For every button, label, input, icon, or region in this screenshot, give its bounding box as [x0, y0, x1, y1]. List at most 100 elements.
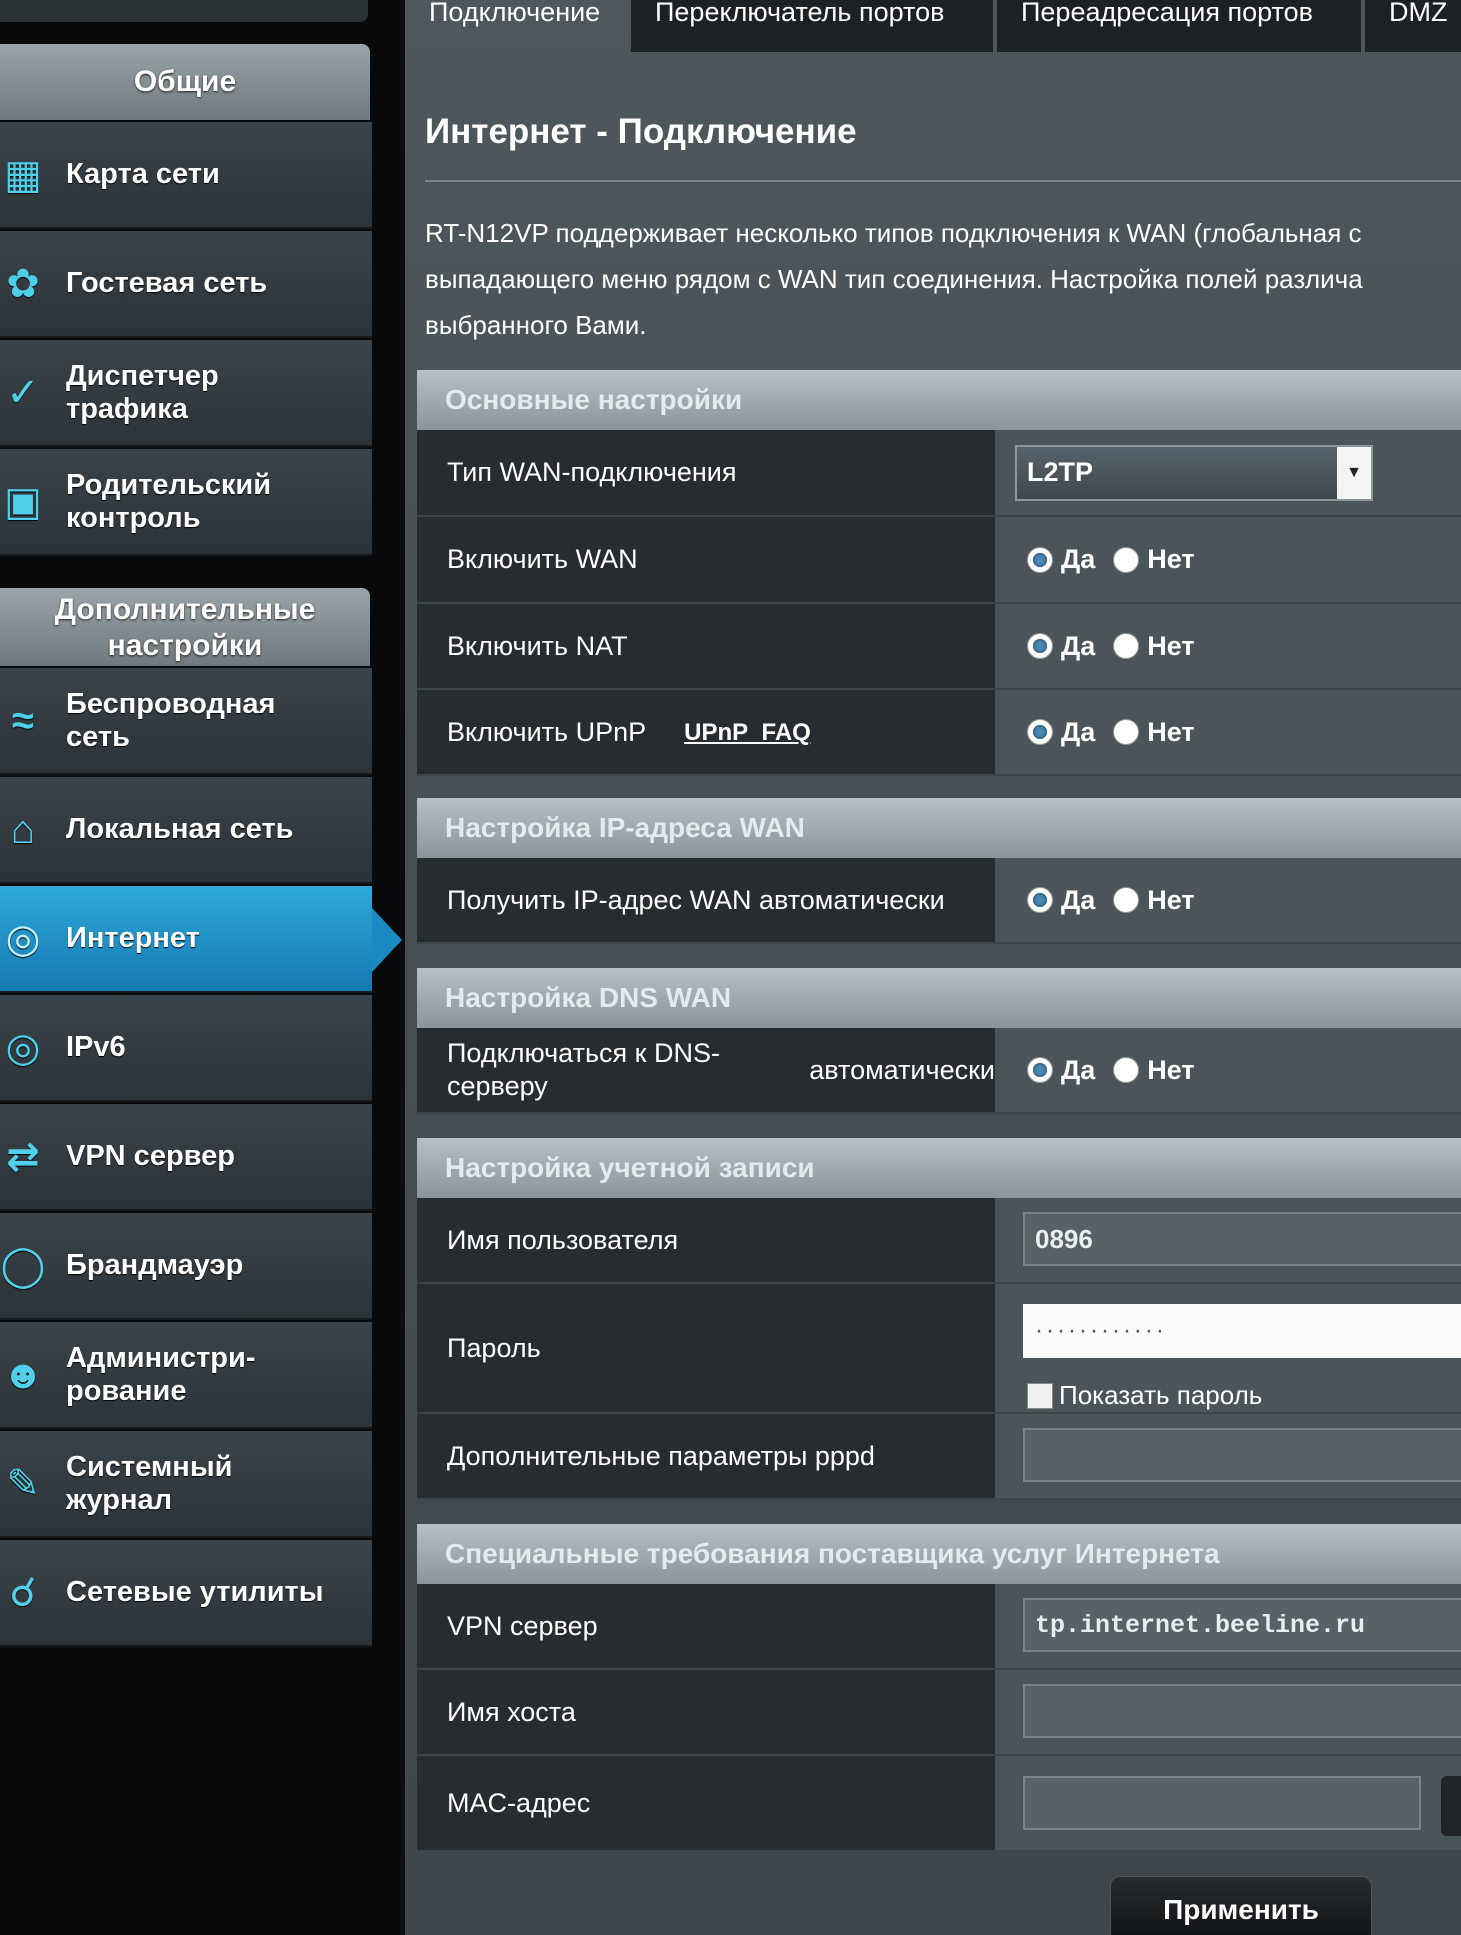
hostname-input[interactable] — [1023, 1684, 1461, 1738]
sidebar-item-ipv6[interactable]: ◎ IPv6 — [0, 995, 372, 1102]
enable-upnp-cell: Да Нет — [995, 690, 1461, 774]
sidebar-item-label: IPv6 — [66, 1031, 126, 1063]
enable-upnp-yes-radio[interactable] — [1027, 719, 1053, 745]
enable-nat-radio-group: Да Нет — [1027, 631, 1213, 662]
main-content: Подключение Переключатель портов Переадр… — [405, 0, 1461, 1935]
auto-dns-radio-group: Да Нет — [1027, 1055, 1213, 1086]
sidebar-item-wireless[interactable]: ≈ Беспроводная сеть — [0, 668, 372, 775]
enable-wan-yes-radio[interactable] — [1027, 546, 1053, 573]
sidebar-item-label-line1: Диспетчер — [66, 359, 219, 392]
enable-nat-label: Включить NAT — [417, 604, 995, 688]
sidebar-item-label: Сетевые утилиты — [66, 1576, 324, 1608]
vpn-server-input[interactable]: tp.internet.beeline.ru — [1023, 1598, 1461, 1652]
no-label: Нет — [1147, 630, 1195, 661]
username-label: Имя пользователя — [417, 1198, 995, 1282]
no-label: Нет — [1147, 544, 1195, 574]
password-input[interactable]: ············ — [1023, 1304, 1461, 1358]
description-line2: выпадающего меню рядом с WAN тип соедине… — [425, 264, 1363, 294]
enable-nat-cell: Да Нет — [995, 604, 1461, 688]
sidebar-item-system-log[interactable]: ✎ Системный журнал — [0, 1431, 372, 1538]
chevron-down-icon[interactable]: ▼ — [1337, 446, 1371, 499]
sidebar-item-vpn-server[interactable]: ⇄ VPN сервер — [0, 1104, 372, 1211]
enable-wan-label: Включить WAN — [417, 517, 995, 602]
sidebar-item-lan[interactable]: ⌂ Локальная сеть — [0, 777, 372, 884]
enable-wan-no-radio[interactable] — [1113, 546, 1140, 573]
auto-ip-no-radio[interactable] — [1113, 887, 1140, 913]
sidebar-item-network-map[interactable]: ▦ Карта сети — [0, 122, 372, 229]
section-wan-ip: Настройка IP-адреса WAN — [417, 798, 1461, 858]
yes-label: Да — [1061, 1054, 1096, 1085]
enable-nat-no-radio[interactable] — [1113, 633, 1140, 659]
sidebar-item-label: VPN сервер — [66, 1140, 235, 1172]
enable-upnp-label-cell: Включить UPnP UPnP_FAQ — [417, 690, 995, 774]
sidebar-item-network-tools[interactable]: ☌ Сетевые утилиты — [0, 1540, 372, 1647]
row-auto-dns: Подключаться к DNS-серверу автоматически… — [417, 1028, 1461, 1114]
show-password-checkbox[interactable] — [1027, 1382, 1053, 1409]
sidebar-item-firewall[interactable]: ◯ Брандмауэр — [0, 1213, 372, 1320]
sidebar-item-label-line2: сеть — [66, 720, 130, 753]
pppd-cell — [995, 1414, 1461, 1498]
enable-upnp-no-radio[interactable] — [1113, 719, 1140, 745]
sidebar-item-administration[interactable]: ☻ Администри- рование — [0, 1322, 372, 1429]
sidebar-item-label: Локальная сеть — [66, 813, 294, 845]
enable-nat-yes-radio[interactable] — [1027, 633, 1053, 659]
section-wan-dns: Настройка DNS WAN — [417, 968, 1461, 1028]
no-label: Нет — [1147, 716, 1195, 747]
sidebar-top-bar — [0, 0, 368, 22]
mac-cell — [995, 1756, 1461, 1850]
row-username: Имя пользователя 0896 — [417, 1198, 1461, 1284]
tab-port-switch[interactable]: Переключатель портов — [631, 0, 993, 52]
row-vpn-server: VPN сервер tp.internet.beeline.ru — [417, 1584, 1461, 1670]
sidebar-section-general: Общие — [0, 44, 370, 120]
row-password: Пароль ············ Показать пароль — [417, 1284, 1461, 1414]
enable-wan-radio-group: Да Нет — [1027, 544, 1213, 575]
sidebar-item-label-line2: контроль — [66, 501, 201, 534]
wan-type-value: L2TP — [1027, 457, 1094, 487]
wan-type-select[interactable]: L2TP ▼ — [1015, 444, 1373, 501]
shield-icon: ◯ — [0, 1243, 46, 1288]
sidebar-item-internet[interactable]: ◎ Интернет — [0, 886, 402, 993]
row-enable-wan: Включить WAN Да Нет — [417, 517, 1461, 604]
upnp-faq-link[interactable]: UPnP_FAQ — [684, 716, 811, 749]
yes-label: Да — [1061, 544, 1096, 574]
sidebar-item-label-line1: Системный — [66, 1450, 233, 1483]
row-enable-nat: Включить NAT Да Нет — [417, 604, 1461, 690]
apply-button[interactable]: Применить — [1110, 1876, 1372, 1935]
no-label: Нет — [1147, 884, 1195, 915]
vpn-arrows-icon: ⇄ — [6, 1134, 40, 1179]
pppd-label: Дополнительные параметры pppd — [417, 1414, 995, 1498]
mac-input[interactable] — [1023, 1776, 1421, 1830]
sidebar-item-guest-network[interactable]: ✿ Гостевая сеть — [0, 231, 372, 338]
wifi-icon: ≈ — [12, 698, 34, 743]
yes-label: Да — [1061, 716, 1096, 747]
sidebar-item-label-line2: рование — [66, 1374, 187, 1407]
hostname-label: Имя хоста — [417, 1670, 995, 1754]
page-description: RT-N12VP поддерживает несколько типов по… — [425, 210, 1461, 348]
auto-dns-yes-radio[interactable] — [1027, 1057, 1053, 1083]
pppd-input[interactable] — [1023, 1428, 1461, 1482]
auto-ip-cell: Да Нет — [995, 858, 1461, 942]
auto-ip-yes-radio[interactable] — [1027, 887, 1053, 913]
sidebar-item-parental-control[interactable]: ▣ Родительский контроль — [0, 449, 372, 556]
tab-connection[interactable]: Подключение — [405, 0, 627, 52]
home-icon: ⌂ — [10, 807, 36, 852]
yes-label: Да — [1061, 884, 1096, 915]
sidebar-item-traffic-manager[interactable]: ✓ Диспетчер трафика — [0, 340, 372, 447]
row-auto-ip: Получить IP-адрес WAN автоматически Да Н… — [417, 858, 1461, 944]
auto-dns-no-radio[interactable] — [1113, 1057, 1140, 1083]
row-pppd: Дополнительные параметры pppd — [417, 1414, 1461, 1500]
sidebar-item-label: Гостевая сеть — [66, 267, 268, 299]
tab-port-forwarding[interactable]: Переадресация портов — [997, 0, 1361, 52]
no-label: Нет — [1147, 1054, 1195, 1085]
row-wan-type: Тип WAN-подключения L2TP ▼ — [417, 430, 1461, 517]
auto-ip-label: Получить IP-адрес WAN автоматически — [417, 858, 995, 942]
tab-dmz[interactable]: DMZ — [1365, 0, 1461, 52]
username-input[interactable]: 0896 — [1023, 1212, 1461, 1266]
enable-upnp-label: Включить UPnP — [447, 716, 647, 747]
auto-dns-label: Подключаться к DNS-серверу автоматически — [417, 1028, 995, 1112]
description-line1: RT-N12VP поддерживает несколько типов по… — [425, 218, 1362, 248]
sidebar-item-label: Системный журнал — [66, 1451, 232, 1517]
sidebar-item-label-line1: Беспроводная — [66, 687, 276, 720]
enable-wan-cell: Да Нет — [995, 517, 1461, 602]
mac-clone-button[interactable] — [1441, 1776, 1461, 1836]
